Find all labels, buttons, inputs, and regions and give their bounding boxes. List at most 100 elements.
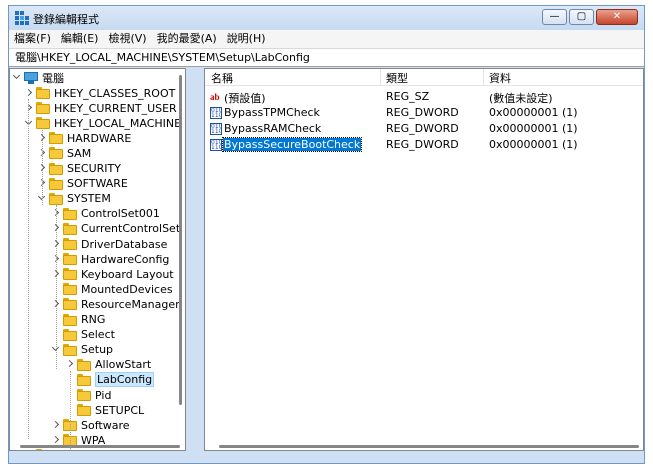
value-data: (數值未設定) — [489, 92, 553, 105]
scroll-thumb[interactable] — [179, 75, 182, 405]
tree-item-currentcontrolset[interactable]: CurrentControlSet — [51, 221, 180, 236]
folder-icon — [62, 328, 78, 341]
tree-item-pid[interactable]: Pid — [65, 388, 111, 403]
column-header-data[interactable]: 資料 — [489, 70, 511, 86]
expand-icon[interactable] — [24, 86, 35, 101]
tree-guide-line — [70, 371, 71, 449]
tree-item-hkey-current-user[interactable]: HKEY_CURRENT_USER — [24, 101, 177, 116]
tree-item-label: MountedDevices — [81, 282, 173, 296]
tree-item-labconfig[interactable]: LabConfig — [65, 372, 155, 388]
folder-icon — [48, 192, 64, 205]
tree-item-label: SAM — [67, 146, 92, 160]
tree-item-hkey-classes-root[interactable]: HKEY_CLASSES_ROOT — [24, 86, 175, 101]
values-pane[interactable]: 名稱 類型 資料 ab (預設值) REG_SZ (數值未設定) 010 110 Bypa… — [204, 68, 644, 451]
tree-item-hardware[interactable]: HARDWARE — [37, 131, 131, 146]
list-header: 名稱 類型 資料 — [205, 69, 643, 86]
tree-item-label: LabConfig — [95, 372, 155, 388]
tree-item-label: Software — [81, 418, 130, 432]
tree-root-computer[interactable]: 電腦 — [12, 70, 64, 85]
scroll-thumb[interactable] — [219, 445, 639, 448]
value-type: REG_DWORD — [386, 122, 459, 135]
column-header-name[interactable]: 名稱 — [211, 70, 233, 86]
folder-icon — [62, 222, 78, 235]
column-divider[interactable] — [380, 69, 381, 85]
tree-item-label: SOFTWARE — [67, 177, 128, 191]
tree-horizontal-scrollbar[interactable] — [10, 442, 185, 450]
tree-item-label: SYSTEM — [67, 192, 111, 206]
value-row[interactable]: 010 110 BypassRAMCheck REG_DWORD 0x00000001… — [205, 121, 643, 137]
address-bar[interactable]: 電腦\HKEY_LOCAL_MACHINE\SYSTEM\Setup\LabCo… — [9, 49, 644, 67]
folder-icon — [76, 373, 92, 386]
folder-icon — [62, 238, 78, 250]
tree-item-controlset001[interactable]: ControlSet001 — [51, 206, 160, 221]
collapse-icon[interactable] — [24, 116, 35, 131]
tree-item-setup[interactable]: Setup — [51, 342, 113, 357]
list-horizontal-scrollbar[interactable] — [213, 443, 641, 449]
folder-icon — [48, 177, 64, 190]
value-row[interactable]: ab (預設值) REG_SZ (數值未設定) — [205, 89, 643, 105]
expand-icon[interactable] — [24, 101, 35, 116]
value-row[interactable]: 010 110 BypassSecureBootCheck REG_DWORD 0x0… — [205, 137, 643, 153]
expand-icon[interactable] — [51, 418, 62, 433]
tree-item-software[interactable]: SOFTWARE — [37, 176, 128, 191]
tree-item-system[interactable]: SYSTEM — [37, 191, 111, 206]
tree-item-hardwareconfig[interactable]: HardwareConfig — [51, 252, 169, 267]
column-divider[interactable] — [483, 69, 484, 85]
collapse-icon[interactable] — [12, 70, 23, 85]
status-bar — [9, 451, 644, 463]
tree-item-allowstart[interactable]: AllowStart — [65, 357, 151, 372]
key-tree-pane[interactable]: 電腦 HKEY_CLASSES_ROOT HKEY_CURRENT_USER HKE… — [9, 68, 186, 451]
menu-help[interactable]: 說明(H) — [222, 30, 271, 48]
tree-item-label: CurrentControlSet — [81, 222, 181, 236]
folder-icon — [62, 253, 78, 266]
close-icon: ✕ — [612, 11, 622, 22]
folder-icon — [48, 147, 64, 160]
string-value-icon: ab — [210, 92, 220, 102]
registry-editor-icon — [15, 11, 29, 25]
tree-item-mounteddevices[interactable]: MountedDevices — [51, 282, 173, 297]
value-name: BypassSecureBootCheck — [221, 137, 363, 152]
value-data: 0x00000001 (1) — [489, 138, 578, 151]
tree-item-label: ControlSet001 — [81, 207, 160, 221]
tree-item-rng[interactable]: RNG — [51, 312, 105, 327]
menu-view[interactable]: 檢視(V) — [103, 30, 151, 48]
tree-item-label: DriverDatabase — [81, 237, 168, 251]
tree-item-software[interactable]: Software — [51, 418, 130, 433]
close-button[interactable]: ✕ — [596, 9, 638, 25]
tree-item-security[interactable]: SECURITY — [37, 161, 121, 176]
tree-item-label: HKEY_CLASSES_ROOT — [54, 86, 176, 100]
menu-edit[interactable]: 編輯(E) — [56, 30, 104, 48]
folder-icon — [76, 404, 92, 417]
tree-item-label: HKEY_LOCAL_MACHINE — [54, 116, 182, 130]
value-type: REG_SZ — [386, 90, 430, 103]
tree-item-hkey-local-machine[interactable]: HKEY_LOCAL_MACHINE — [24, 116, 181, 131]
tree-item-label: Select — [81, 328, 115, 342]
value-data: 0x00000001 (1) — [489, 106, 578, 119]
computer-icon — [23, 71, 39, 84]
scroll-thumb[interactable] — [20, 445, 180, 448]
tree-item-label: RNG — [81, 313, 106, 326]
tree-item-label: Keyboard Layout — [81, 267, 174, 281]
menu-file[interactable]: 檔案(F) — [9, 30, 56, 48]
tree-item-label: HardwareConfig — [81, 252, 170, 266]
tree-item-label: SETUPCL — [95, 403, 145, 417]
folder-icon — [76, 389, 92, 401]
minimize-button[interactable]: — — [542, 9, 567, 25]
folder-icon — [62, 343, 78, 356]
tree-item-select[interactable]: Select — [51, 327, 115, 342]
tree-item-sam[interactable]: SAM — [37, 146, 91, 161]
tree-item-keyboard-layout[interactable]: Keyboard Layout — [51, 267, 174, 282]
menu-favorites[interactable]: 我的最愛(A) — [152, 30, 222, 48]
value-name: BypassRAMCheck — [224, 122, 322, 135]
binary-value-icon: 010 110 — [210, 107, 223, 119]
tree-vertical-scrollbar[interactable] — [177, 69, 185, 450]
column-header-type[interactable]: 類型 — [386, 70, 408, 86]
title-bar[interactable]: 登錄編輯程式 — ▢ ✕ — [9, 6, 644, 30]
maximize-button[interactable]: ▢ — [569, 9, 594, 25]
tree-item-label: Pid — [95, 388, 112, 402]
tree-item-setupcl[interactable]: SETUPCL — [65, 403, 144, 418]
value-row[interactable]: 010 110 BypassTPMCheck REG_DWORD 0x00000001… — [205, 105, 643, 121]
tree-item-resourcemanager[interactable]: ResourceManager — [51, 297, 180, 312]
tree-item-driverdatabase[interactable]: DriverDatabase — [51, 237, 167, 252]
tree-item-label: HARDWARE — [67, 131, 132, 145]
